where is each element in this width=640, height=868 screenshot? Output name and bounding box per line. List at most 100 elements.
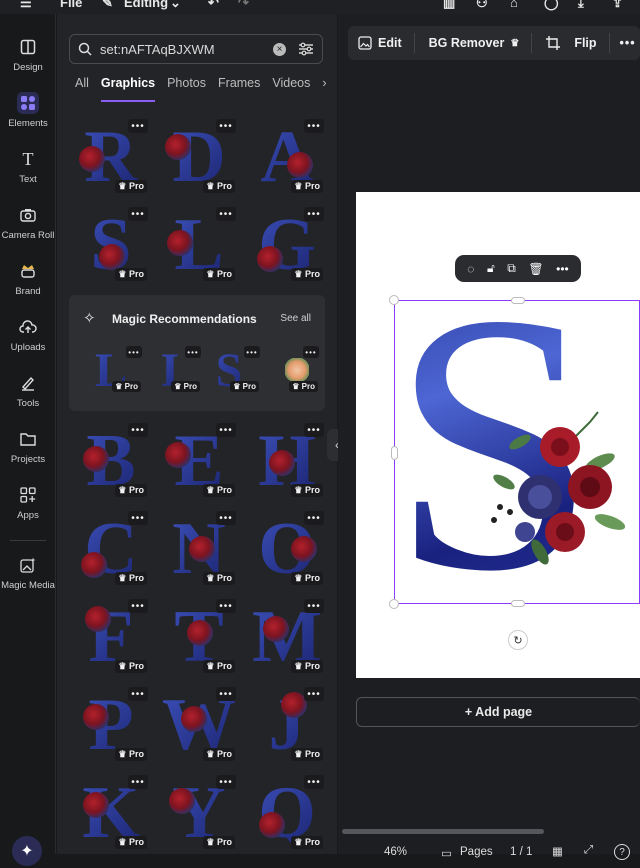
- more-options-button[interactable]: •••: [126, 346, 142, 358]
- more-options-button[interactable]: •••: [128, 423, 148, 437]
- rail-item-brand[interactable]: Brand: [0, 260, 56, 297]
- more-options-button[interactable]: •••: [304, 423, 324, 437]
- selection-box[interactable]: [389, 295, 640, 609]
- zoom-level[interactable]: 46%: [384, 846, 407, 858]
- file-menu[interactable]: File: [60, 0, 82, 10]
- graphic-tile[interactable]: N•••♛ Pro: [159, 508, 239, 590]
- people-icon[interactable]: ⚇: [476, 0, 488, 11]
- comment-icon[interactable]: ◯: [544, 0, 559, 11]
- rail-item-design[interactable]: Design: [0, 36, 56, 73]
- edit-image-button[interactable]: Edit: [358, 36, 402, 50]
- see-all-link[interactable]: See all: [280, 313, 311, 324]
- bank-icon[interactable]: ⌂: [510, 0, 518, 10]
- redo-icon[interactable]: ↷: [238, 0, 249, 11]
- graphic-tile[interactable]: B ••• ♛ Pro: [71, 420, 151, 502]
- more-options-button[interactable]: •••: [216, 511, 236, 525]
- resize-handle[interactable]: [391, 446, 398, 460]
- lock-icon[interactable]: 🔓︎: [487, 261, 495, 276]
- graphic-tile[interactable]: R ••• ♛ Pro: [71, 116, 151, 198]
- rail-item-text[interactable]: T Text: [0, 148, 56, 186]
- resize-handle[interactable]: [389, 295, 399, 305]
- tab-photos[interactable]: Photos: [167, 76, 206, 102]
- rail-item-camera-roll[interactable]: Camera Roll: [0, 204, 56, 241]
- recommended-graphic[interactable]: I ••• ♛ Pro: [154, 343, 204, 397]
- more-options-button[interactable]: •••: [128, 599, 148, 613]
- graphic-tile[interactable]: G ••• ♛ Pro: [247, 204, 327, 286]
- more-options-button[interactable]: •••: [128, 207, 148, 221]
- graphic-tile[interactable]: W•••♛ Pro: [159, 684, 239, 766]
- more-options-button[interactable]: •••: [128, 119, 148, 133]
- graphic-tile[interactable]: F ••• ♛ Pro: [71, 596, 151, 678]
- rail-item-projects[interactable]: Projects: [0, 428, 56, 465]
- chevron-right-icon[interactable]: ›: [322, 76, 326, 102]
- share-icon[interactable]: ⇪: [612, 0, 623, 11]
- help-icon[interactable]: ?: [614, 844, 630, 860]
- crop-button[interactable]: [546, 36, 561, 50]
- bg-remover-button[interactable]: BG Remover ♛: [429, 36, 520, 50]
- flip-button[interactable]: Flip: [574, 36, 596, 50]
- rail-item-tools[interactable]: Tools: [0, 372, 56, 409]
- graphic-tile[interactable]: P ••• ♛ Pro: [71, 684, 151, 766]
- chart-icon[interactable]: ▥: [443, 0, 455, 11]
- horizontal-scrollbar[interactable]: [342, 829, 544, 834]
- more-options-button[interactable]: •••: [216, 687, 236, 701]
- more-icon[interactable]: •••: [556, 262, 569, 276]
- graphic-tile[interactable]: H•••♛ Pro: [247, 420, 327, 502]
- trash-icon[interactable]: 🗑︎: [528, 262, 543, 276]
- more-options-button[interactable]: •••: [216, 207, 236, 221]
- more-icon[interactable]: •••: [620, 36, 636, 50]
- graphic-tile[interactable]: M ••• ♛ Pro: [247, 596, 327, 678]
- more-options-button[interactable]: •••: [216, 599, 236, 613]
- tab-all[interactable]: All: [75, 76, 89, 102]
- more-options-button[interactable]: •••: [244, 346, 260, 358]
- more-options-button[interactable]: •••: [128, 687, 148, 701]
- undo-icon[interactable]: ↶: [208, 0, 219, 11]
- comment-add-icon[interactable]: ◌: [467, 262, 474, 276]
- graphic-tile[interactable]: A ••• ♛ Pro: [247, 116, 327, 198]
- graphic-tile[interactable]: Q ••• ♛ Pro: [247, 772, 327, 854]
- graphic-tile[interactable]: D ••• ♛ Pro: [159, 116, 239, 198]
- editing-mode-button[interactable]: Editing: [124, 0, 168, 10]
- more-options-button[interactable]: •••: [304, 207, 324, 221]
- graphic-tile[interactable]: L ••• ♛ Pro: [159, 204, 239, 286]
- recommended-graphic[interactable]: ••• ♛ Pro: [272, 343, 322, 397]
- tab-videos[interactable]: Videos: [272, 76, 310, 102]
- magic-assistant-button[interactable]: ✦: [12, 836, 42, 866]
- more-options-button[interactable]: •••: [216, 423, 236, 437]
- more-options-button[interactable]: •••: [304, 775, 324, 789]
- rotate-handle[interactable]: ↻: [508, 630, 528, 650]
- more-options-button[interactable]: •••: [304, 511, 324, 525]
- design-canvas[interactable]: S ◌ 🔓︎ ⧉ 🗑︎ ••• ↻: [356, 192, 640, 678]
- more-options-button[interactable]: •••: [304, 599, 324, 613]
- rail-item-elements[interactable]: Elements: [0, 92, 56, 129]
- add-page-button[interactable]: + Add page: [356, 697, 640, 727]
- clear-icon[interactable]: ×: [273, 42, 286, 56]
- more-options-button[interactable]: •••: [216, 119, 236, 133]
- rail-item-apps[interactable]: Apps: [0, 484, 56, 521]
- recommended-graphic[interactable]: L ••• ♛ Pro: [95, 343, 145, 397]
- more-options-button[interactable]: •••: [304, 119, 324, 133]
- filter-icon[interactable]: [298, 42, 314, 56]
- graphic-tile[interactable]: T•••♛ Pro: [159, 596, 239, 678]
- graphic-tile[interactable]: E ••• ♛ Pro: [159, 420, 239, 502]
- resize-handle[interactable]: [511, 297, 525, 304]
- recommended-graphic[interactable]: S ••• ♛ Pro: [213, 343, 263, 397]
- resize-handle[interactable]: [511, 600, 525, 607]
- download-icon[interactable]: ⤓: [578, 0, 584, 11]
- pages-button[interactable]: Pages: [460, 846, 493, 858]
- graphic-tile[interactable]: O ••• ♛ Pro: [247, 508, 327, 590]
- more-options-button[interactable]: •••: [216, 775, 236, 789]
- search-input[interactable]: set:nAFTAqBJXWM ×: [69, 34, 323, 64]
- rail-item-magic-media[interactable]: Magic Media: [0, 554, 56, 591]
- resize-handle[interactable]: [389, 599, 399, 609]
- more-options-button[interactable]: •••: [185, 346, 201, 358]
- fullscreen-icon[interactable]: ⤢: [584, 844, 593, 857]
- more-options-button[interactable]: •••: [303, 346, 319, 358]
- graphic-tile[interactable]: C ••• ♛ Pro: [71, 508, 151, 590]
- grid-view-icon[interactable]: ▦: [552, 844, 563, 858]
- graphic-tile[interactable]: S•••♛ Pro: [71, 204, 151, 286]
- graphic-tile[interactable]: K ••• ♛ Pro: [71, 772, 151, 854]
- more-options-button[interactable]: •••: [304, 687, 324, 701]
- menu-icon[interactable]: ☰: [20, 0, 32, 11]
- tab-frames[interactable]: Frames: [218, 76, 260, 102]
